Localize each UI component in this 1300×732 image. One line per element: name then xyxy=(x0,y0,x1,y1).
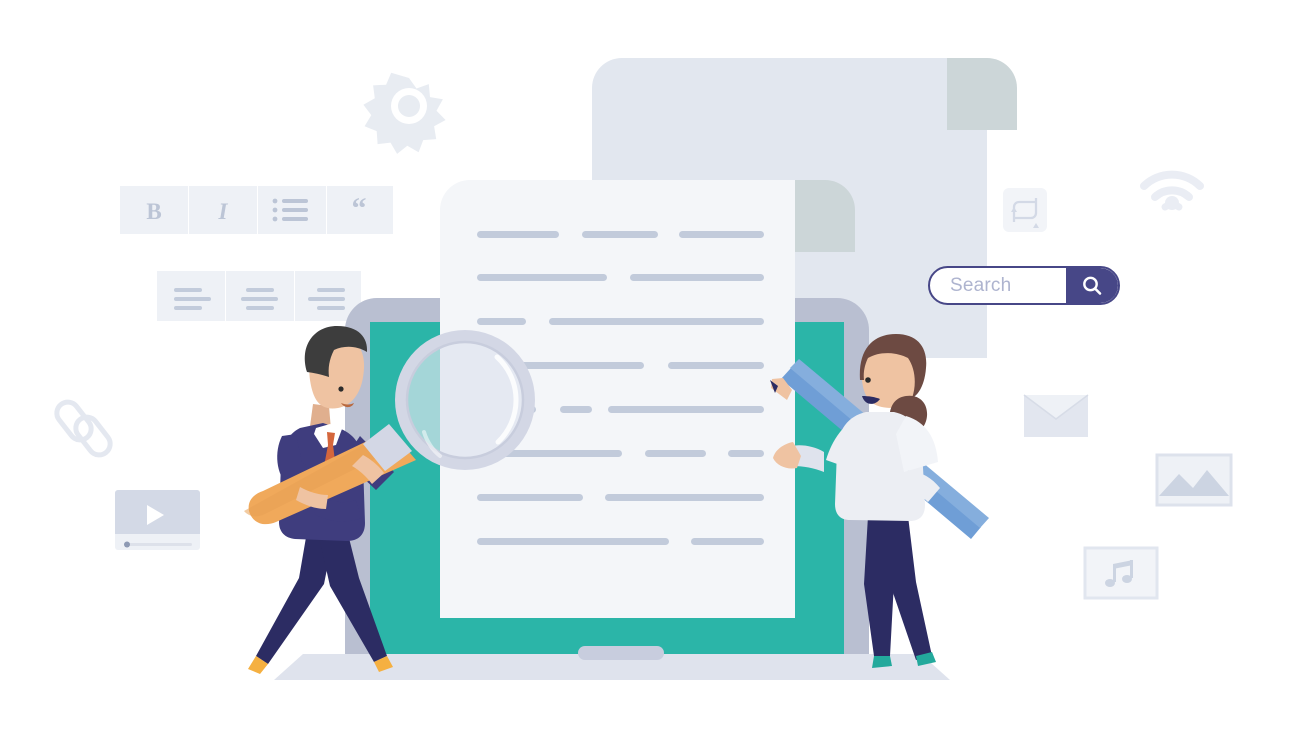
repeat-icon[interactable] xyxy=(1003,188,1047,232)
italic-icon: I xyxy=(218,199,229,224)
search-bar[interactable]: Search xyxy=(928,266,1120,305)
align-left-button[interactable] xyxy=(157,271,225,321)
align-center-icon xyxy=(241,288,278,310)
envelope-icon[interactable] xyxy=(1023,394,1089,437)
quote-icon: “ xyxy=(352,192,367,225)
page-clip-top xyxy=(947,58,1017,130)
align-toolbar xyxy=(157,271,361,321)
align-center-button[interactable] xyxy=(226,271,294,321)
music-note-icon[interactable] xyxy=(1083,546,1159,600)
search-icon xyxy=(1083,276,1102,295)
scene-svg: B I “ xyxy=(0,0,1300,732)
search-input[interactable]: Search xyxy=(930,276,1066,295)
laptop-trackpad xyxy=(578,646,664,660)
woman-eye xyxy=(865,377,871,383)
progress-track xyxy=(124,543,192,546)
bold-icon: B xyxy=(146,199,161,224)
image-icon[interactable] xyxy=(1155,453,1233,507)
page-clip-front xyxy=(795,180,855,252)
search-button[interactable] xyxy=(1066,268,1118,303)
woman-shoe-back xyxy=(872,656,892,668)
video-player-icon[interactable] xyxy=(115,490,200,550)
format-toolbar: B I “ xyxy=(120,186,393,234)
illustration-canvas: B I “ Search xyxy=(0,0,1300,732)
man-eye xyxy=(338,386,344,392)
progress-handle xyxy=(124,541,130,548)
